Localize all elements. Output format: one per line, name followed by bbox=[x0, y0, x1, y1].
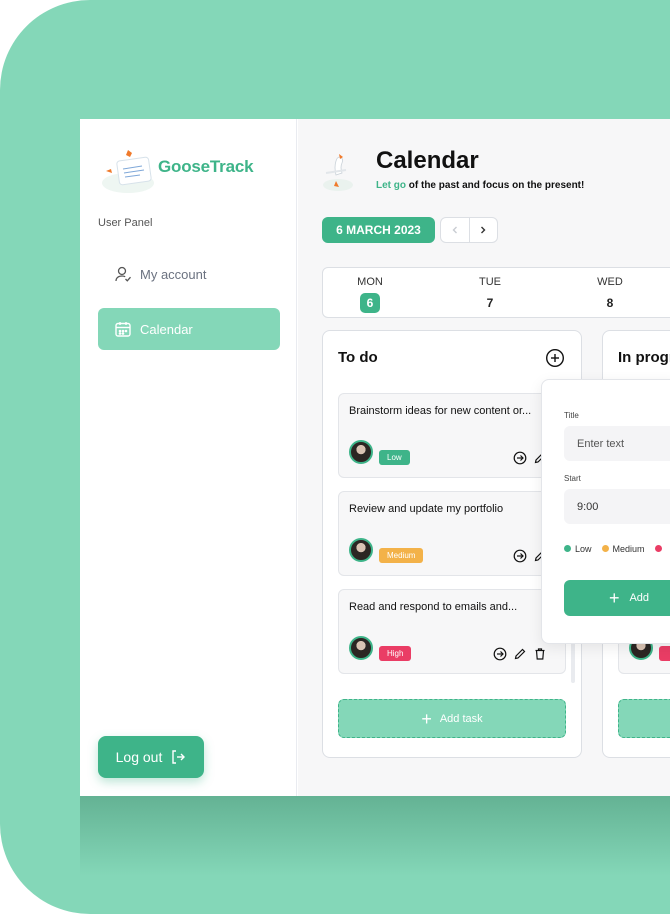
task-title: Review and update my portfolio bbox=[349, 503, 504, 515]
panel-label: User Panel bbox=[98, 217, 153, 229]
prev-date-button[interactable] bbox=[441, 218, 470, 242]
priority-label: Medium bbox=[612, 544, 645, 554]
move-task-icon[interactable] bbox=[513, 549, 527, 563]
task-card[interactable]: Brainstorm ideas for new content or... L… bbox=[338, 393, 566, 478]
task-card[interactable]: Read and respond to emails and... High bbox=[338, 589, 566, 674]
day-name: WED bbox=[597, 276, 623, 288]
next-date-button[interactable] bbox=[470, 218, 498, 242]
subtitle-accent: Let go bbox=[376, 180, 406, 191]
plus-icon: + bbox=[421, 708, 432, 729]
priority-option-low[interactable]: Low bbox=[564, 544, 592, 554]
sidebar-item-calendar[interactable]: Calendar bbox=[98, 308, 280, 350]
priority-option-high[interactable] bbox=[654, 544, 666, 554]
chevron-left-icon bbox=[452, 226, 457, 234]
current-date-button[interactable]: 6 MARCH 2023 bbox=[322, 217, 435, 243]
background-frame: GooseTrack User Panel My account Calenda… bbox=[0, 0, 670, 914]
priority-badge: Medium bbox=[379, 548, 424, 563]
frame-shadow bbox=[80, 796, 670, 876]
logout-button[interactable]: Log out bbox=[98, 736, 204, 778]
day-number: 8 bbox=[606, 296, 614, 310]
day-name: TUE bbox=[479, 276, 501, 288]
sidebar-item-my-account[interactable]: My account bbox=[98, 253, 280, 295]
modal-add-label: Add bbox=[629, 592, 650, 604]
page-subtitle: Let go of the past and focus on the pres… bbox=[376, 180, 584, 191]
trash-icon[interactable] bbox=[533, 647, 547, 661]
day-name: MON bbox=[357, 276, 383, 288]
low-dot-icon bbox=[564, 545, 571, 552]
add-task-button[interactable] bbox=[618, 699, 670, 738]
chevron-right-icon bbox=[481, 226, 486, 234]
priority-option-medium[interactable]: Medium bbox=[601, 544, 645, 554]
avatar bbox=[349, 440, 373, 464]
move-task-icon[interactable] bbox=[513, 451, 527, 465]
avatar bbox=[349, 538, 373, 562]
date-navigation bbox=[440, 217, 498, 243]
week-strip: MON 6 TUE 7 WED 8 bbox=[322, 267, 670, 318]
start-time-input[interactable]: 9:00 bbox=[564, 489, 670, 524]
brand-name: GooseTrack bbox=[158, 157, 254, 176]
task-card[interactable]: Review and update my portfolio Medium bbox=[338, 491, 566, 576]
modal-add-button[interactable]: + Add bbox=[564, 580, 670, 616]
calendar-icon bbox=[114, 320, 132, 338]
subtitle-rest: of the past and focus on the present! bbox=[406, 180, 585, 191]
sidebar-item-label: My account bbox=[140, 266, 207, 282]
day-mon[interactable]: MON 6 bbox=[340, 276, 400, 313]
user-check-icon bbox=[114, 265, 132, 283]
title-field-label: Title bbox=[564, 411, 579, 420]
add-task-button[interactable]: + Add task bbox=[338, 699, 566, 738]
avatar bbox=[349, 636, 373, 660]
logout-label: Log out bbox=[115, 749, 163, 765]
day-number: 7 bbox=[486, 296, 494, 310]
priority-selector: Low Medium bbox=[564, 544, 666, 554]
priority-label: Low bbox=[575, 544, 592, 554]
task-title: Brainstorm ideas for new content or... bbox=[349, 405, 532, 417]
priority-badge bbox=[659, 646, 670, 661]
add-circle-icon[interactable] bbox=[545, 348, 565, 368]
start-field-label: Start bbox=[564, 474, 581, 483]
column-title: In progress bbox=[618, 349, 670, 366]
sidebar: GooseTrack User Panel My account Calenda… bbox=[80, 119, 297, 796]
day-tue[interactable]: TUE 7 bbox=[460, 276, 520, 313]
priority-badge: Low bbox=[379, 450, 410, 465]
goose-mascot-icon bbox=[323, 154, 353, 191]
sidebar-item-label: Calendar bbox=[140, 321, 193, 337]
medium-dot-icon bbox=[601, 545, 609, 552]
edit-pencil-icon[interactable] bbox=[513, 647, 527, 661]
app-window: GooseTrack User Panel My account Calenda… bbox=[80, 119, 670, 796]
main-content: Calendar Let go of the past and focus on… bbox=[298, 119, 670, 796]
add-task-label: Add task bbox=[439, 712, 483, 725]
column-title: To do bbox=[338, 349, 378, 366]
task-actions bbox=[493, 647, 547, 661]
page-title: Calendar bbox=[376, 147, 479, 174]
day-wed[interactable]: WED 8 bbox=[580, 276, 640, 313]
move-task-icon[interactable] bbox=[493, 647, 507, 661]
title-input[interactable]: Enter text bbox=[564, 426, 670, 461]
priority-badge: High bbox=[379, 646, 412, 661]
day-number: 6 bbox=[360, 293, 380, 313]
add-task-modal: Title Enter text Start 9:00 Low Medium +… bbox=[541, 379, 670, 644]
high-dot-icon bbox=[654, 545, 662, 552]
logout-icon bbox=[170, 749, 186, 765]
task-title: Read and respond to emails and... bbox=[349, 601, 518, 613]
plus-icon: + bbox=[608, 588, 620, 608]
